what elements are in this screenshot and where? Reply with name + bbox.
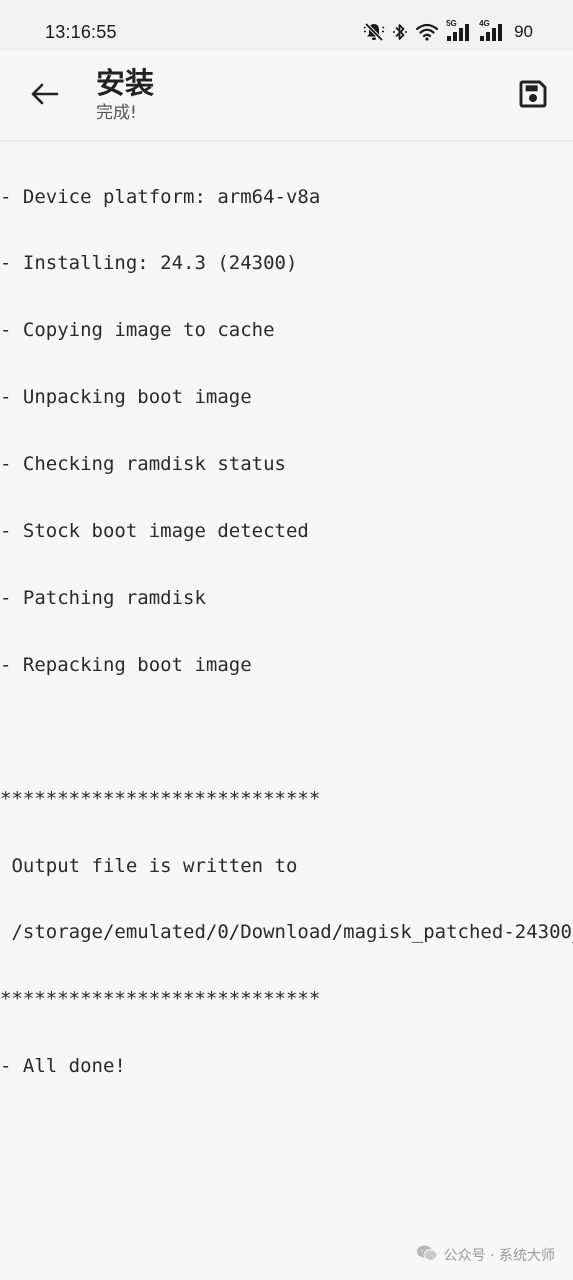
save-icon [517, 78, 549, 114]
install-log: - Device platform: arm64-v8a - Installin… [0, 141, 573, 1122]
screen: 13:16:55 5G 4G 90 安装 完成! - Device platfo… [0, 0, 573, 1280]
log-line: - Device platform: arm64-v8a [0, 185, 321, 208]
log-line: - All done! [0, 1055, 126, 1078]
watermark-text: 公众号 · 系统大师 [443, 1248, 555, 1264]
log-line: Output file is written to [0, 854, 298, 877]
wechat-icon [416, 1244, 438, 1266]
back-button[interactable] [22, 78, 66, 114]
log-line: **************************** [0, 787, 321, 810]
wifi-icon [415, 22, 439, 42]
app-bar: 安装 完成! [0, 50, 573, 140]
status-bar: 13:16:55 5G 4G 90 [0, 0, 573, 50]
log-line: - Installing: 24.3 (24300) [0, 252, 298, 275]
bluetooth-icon [392, 22, 408, 42]
log-line: - Patching ramdisk [0, 586, 206, 609]
log-line: - Repacking boot image [0, 653, 252, 676]
signal-4g-icon: 4G [479, 19, 505, 42]
net-label-5g: 5G [446, 19, 457, 28]
log-line: - Copying image to cache [0, 319, 275, 342]
net-label-4g: 4G [479, 19, 490, 28]
status-time: 13:16:55 [45, 22, 117, 42]
page-subtitle: 完成! [96, 103, 137, 123]
arrow-left-icon [28, 82, 60, 110]
log-line: - Stock boot image detected [0, 520, 309, 543]
page-title: 安装 [96, 66, 155, 100]
log-line: **************************** [0, 988, 321, 1011]
watermark: 公众号 · 系统大师 [416, 1244, 555, 1266]
signal-5g-icon: 5G [446, 19, 472, 42]
battery-level: 90 [514, 22, 533, 41]
log-line: - Unpacking boot image [0, 386, 252, 409]
log-line: - Checking ramdisk status [0, 453, 286, 476]
log-line: /storage/emulated/0/Download/magisk_patc… [11, 921, 573, 944]
mute-bell-icon [363, 22, 385, 42]
status-icons: 5G 4G 90 [363, 19, 533, 43]
save-button[interactable] [513, 76, 553, 116]
